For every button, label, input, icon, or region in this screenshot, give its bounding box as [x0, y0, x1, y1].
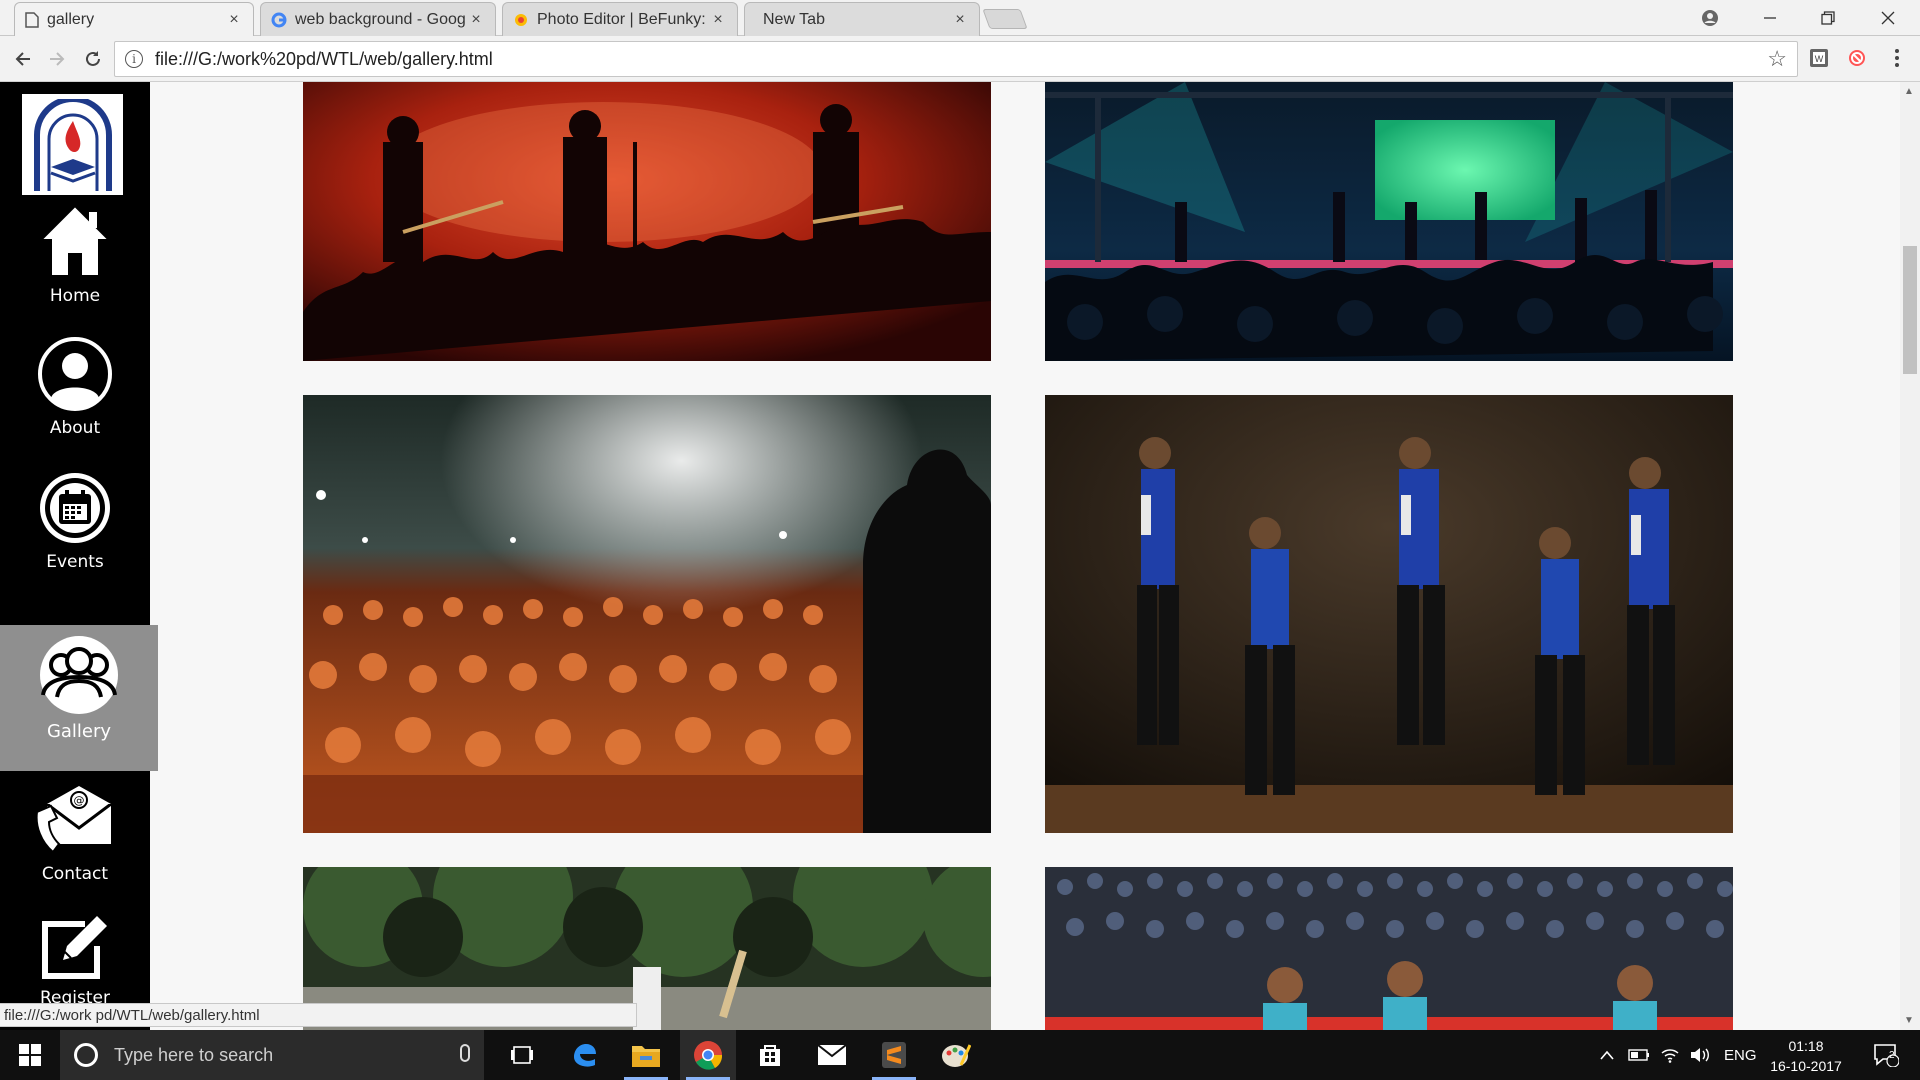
sidebar-item-gallery[interactable]: Gallery [0, 625, 158, 771]
befunky-icon [515, 13, 527, 26]
wifi-icon[interactable] [1660, 1030, 1680, 1080]
status-url-bubble: file:///G:/work pd/WTL/web/gallery.html [0, 1003, 637, 1027]
file-explorer-icon[interactable] [618, 1030, 674, 1080]
edit-icon [42, 916, 107, 979]
tab-title: gallery [47, 10, 95, 28]
gallery-photo-dance-crew[interactable] [1045, 395, 1733, 833]
tab-gallery[interactable]: gallery × [14, 2, 254, 36]
close-window-icon[interactable] [1868, 4, 1908, 32]
tab-close-button[interactable]: × [951, 11, 969, 29]
task-view-icon[interactable] [494, 1030, 550, 1080]
extension-icon[interactable]: W [1808, 47, 1830, 69]
mail-icon[interactable] [804, 1030, 860, 1080]
calendar-icon [40, 473, 110, 543]
windows-icon [19, 1044, 41, 1066]
college-logo[interactable] [22, 94, 123, 195]
info-icon[interactable]: i [125, 50, 143, 68]
group-icon [40, 636, 118, 714]
gallery-photo-crowd[interactable] [303, 395, 991, 833]
address-bar[interactable]: i file:///G:/work%20pd/WTL/web/gallery.h… [114, 41, 1798, 77]
google-icon [271, 12, 287, 27]
browser-toolbar: i file:///G:/work%20pd/WTL/web/gallery.h… [0, 36, 1920, 82]
gallery-photo-band[interactable] [303, 82, 991, 361]
battery-icon[interactable] [1628, 1030, 1650, 1080]
sidebar-item-label: Home [49, 286, 101, 306]
bookmark-star-icon[interactable]: ☆ [1767, 46, 1787, 72]
page-icon [25, 11, 39, 28]
home-icon [38, 204, 112, 277]
sidebar-item-label: Events [46, 552, 104, 572]
clock-time: 01:18 [1788, 1038, 1824, 1054]
sidebar-item-label: Gallery [46, 721, 112, 742]
search-placeholder: Type here to search [114, 1044, 274, 1065]
vertical-scrollbar[interactable]: ▲ ▼ [1900, 82, 1920, 1030]
sidebar-item-about[interactable]: About [0, 336, 150, 476]
tab-strip: gallery × web background - Goog × Photo … [0, 0, 1920, 36]
scroll-up-icon[interactable]: ▲ [1904, 86, 1914, 97]
notification-count: 2 [1889, 1050, 1895, 1061]
gallery-photo-kabaddi[interactable] [1045, 867, 1733, 1030]
menu-dots-icon[interactable] [1886, 47, 1908, 69]
sidebar-item-label: Contact [41, 864, 109, 884]
scroll-down-icon[interactable]: ▼ [1904, 1015, 1914, 1026]
store-icon[interactable] [742, 1030, 798, 1080]
tab-close-button[interactable]: × [709, 11, 727, 29]
tab-title: New Tab [763, 10, 825, 28]
mail-phone-icon: @ [35, 786, 112, 854]
cortana-icon [74, 1043, 98, 1067]
language-indicator[interactable]: ENG [1724, 1030, 1757, 1080]
svg-text:@: @ [74, 794, 85, 807]
sidebar-nav: Home About Events Gallery @ Contact Regi… [0, 82, 158, 1030]
microphone-icon[interactable] [460, 1044, 470, 1062]
forward-icon[interactable] [42, 44, 72, 74]
edge-icon[interactable] [556, 1030, 612, 1080]
tab-close-button[interactable]: × [225, 11, 243, 29]
new-tab-button[interactable] [982, 9, 1028, 29]
show-hidden-icons[interactable] [1600, 1030, 1614, 1080]
taskbar-search[interactable]: Type here to search [60, 1030, 484, 1080]
tab-title: web background - Goog [295, 10, 466, 28]
windows-taskbar: Type here to search ENG 01:18 16-10-2017 [0, 1030, 1920, 1080]
tab-photo-editor[interactable]: Photo Editor | BeFunky: F × [502, 2, 738, 36]
user-icon [38, 337, 112, 411]
chrome-icon[interactable] [680, 1030, 736, 1080]
clock-date: 16-10-2017 [1770, 1058, 1842, 1074]
action-center-icon[interactable]: 2 [1866, 1030, 1906, 1080]
tab-title: Photo Editor | BeFunky: F [537, 10, 709, 28]
url-text[interactable]: file:///G:/work%20pd/WTL/web/gallery.htm… [155, 49, 493, 70]
adblock-icon[interactable] [1846, 47, 1868, 69]
tab-close-button[interactable]: × [467, 11, 485, 29]
restore-icon[interactable] [1808, 4, 1848, 32]
profile-icon[interactable] [1690, 4, 1730, 32]
gallery-photo-concert[interactable] [1045, 82, 1733, 361]
sidebar-item-label: About [49, 418, 101, 438]
reload-icon[interactable] [78, 44, 108, 74]
volume-icon[interactable] [1690, 1030, 1710, 1080]
sidebar-item-home[interactable]: Home [0, 202, 150, 342]
paint-icon[interactable] [928, 1030, 984, 1080]
page-viewport: Home About Events Gallery @ Contact Regi… [0, 82, 1900, 1030]
sidebar-item-contact[interactable]: @ Contact [0, 782, 150, 922]
tab-web-background[interactable]: web background - Goog × [260, 2, 496, 36]
minimize-icon[interactable] [1750, 4, 1790, 32]
back-icon[interactable] [8, 44, 38, 74]
sidebar-item-events[interactable]: Events [0, 470, 150, 610]
tab-new-tab[interactable]: New Tab × [744, 2, 980, 36]
scrollbar-thumb[interactable] [1903, 246, 1917, 374]
svg-text:W: W [1815, 54, 1824, 64]
sublime-text-icon[interactable] [866, 1030, 922, 1080]
taskbar-clock[interactable]: 01:18 16-10-2017 [1758, 1036, 1854, 1076]
start-button[interactable] [0, 1030, 60, 1080]
